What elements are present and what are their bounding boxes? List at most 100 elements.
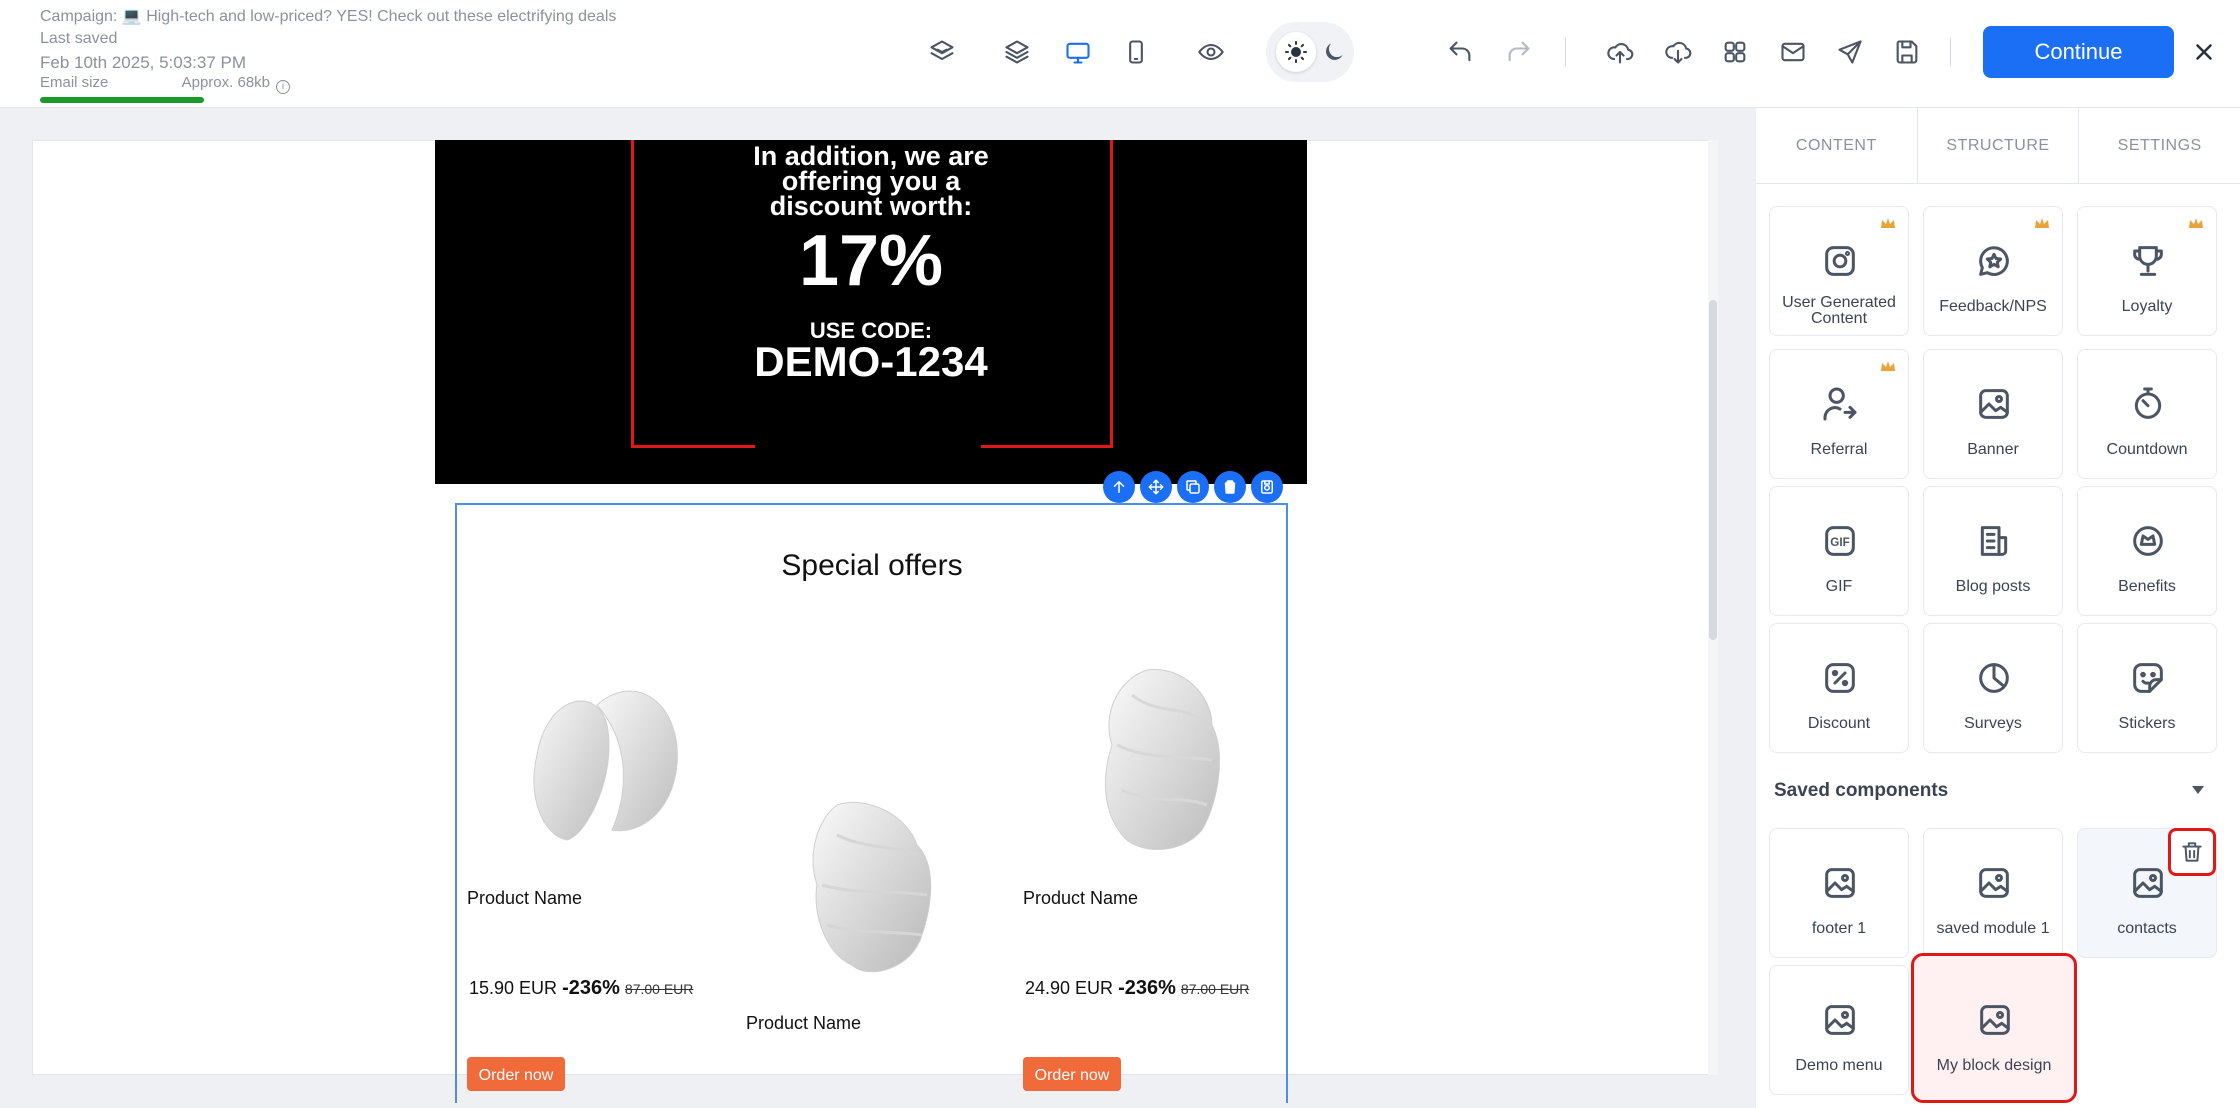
crown-icon	[1881, 218, 1895, 228]
layers-icon[interactable]	[999, 34, 1035, 70]
product-image-3[interactable]	[1087, 665, 1237, 860]
block-surveys[interactable]: Surveys	[1923, 623, 2063, 753]
discount-text: In addition, we are offering you a disco…	[753, 141, 989, 221]
block-user-generated-content[interactable]: User Generated Content	[1769, 206, 1909, 336]
frame-gap	[755, 440, 981, 450]
crown-icon	[2035, 218, 2049, 228]
tab-content[interactable]: CONTENT	[1756, 108, 1918, 183]
save-icon[interactable]	[1889, 34, 1925, 70]
discount-value: 17%	[798, 221, 944, 301]
image-icon	[1820, 1000, 1860, 1040]
product-image-2[interactable]	[797, 795, 947, 985]
redo-icon[interactable]	[1501, 34, 1537, 70]
image-icon	[1974, 863, 2014, 903]
product-name-2: Product Name	[746, 1013, 862, 1033]
image-icon	[1974, 384, 2014, 424]
canvas-scrollbar[interactable]	[1708, 140, 1718, 1075]
email-size-value: Approx. 68kb	[181, 74, 270, 91]
order-now-button-1[interactable]: Order now	[467, 1057, 565, 1091]
product-name-3: Product Name	[1023, 888, 1139, 908]
continue-button[interactable]: Continue	[1983, 26, 2174, 78]
move-up-icon[interactable]	[1103, 471, 1135, 503]
mail-icon[interactable]	[1775, 34, 1811, 70]
block-label: Loyalty	[2121, 298, 2173, 315]
undo-icon[interactable]	[1442, 34, 1478, 70]
block-label: Discount	[1807, 715, 1871, 732]
price-old: 87.00 EUR	[624, 981, 694, 997]
block-stickers[interactable]: Stickers	[2077, 623, 2217, 753]
saved-my-block-design[interactable]: My block design	[1911, 953, 2077, 1103]
saved-demo-menu[interactable]: Demo menu	[1769, 965, 1909, 1095]
info-icon[interactable]: i	[276, 80, 290, 94]
sun-icon[interactable]	[1276, 32, 1316, 72]
top-bar: Campaign: 💻 High-tech and low-priced? YE…	[0, 0, 2240, 108]
order-now-button-3[interactable]: Order now	[1023, 1057, 1121, 1091]
offers-title: Special offers	[781, 549, 963, 582]
block-loyalty[interactable]: Loyalty	[2077, 206, 2217, 336]
benefits-icon	[2128, 521, 2168, 561]
cloud-download-icon[interactable]	[1660, 34, 1696, 70]
row-toolbar	[1103, 471, 1283, 503]
sticker-icon	[2128, 658, 2168, 698]
block-label: Benefits	[2118, 578, 2176, 595]
product-price-1: 15.90 EUR -236% 87.00 EUR	[469, 977, 693, 1000]
email-size-bar	[40, 97, 204, 103]
theme-toggle[interactable]	[1266, 22, 1354, 82]
moon-icon[interactable]	[1316, 34, 1352, 70]
price-old: 87.00 EUR	[1180, 981, 1250, 997]
product-image-1[interactable]	[517, 665, 697, 865]
tab-settings[interactable]: SETTINGS	[2079, 108, 2240, 183]
drag-move-icon[interactable]	[1140, 471, 1172, 503]
save-block-icon[interactable]	[1251, 471, 1283, 503]
promo-code: DEMO-1234	[754, 338, 988, 385]
block-discount[interactable]: Discount	[1769, 623, 1909, 753]
saved-footer-1[interactable]: footer 1	[1769, 828, 1909, 958]
desktop-view-icon[interactable]	[1060, 34, 1096, 70]
block-label: Referral	[1810, 441, 1868, 458]
price-discount: -236%	[562, 977, 620, 999]
discount-block[interactable]: In addition, we are offering you a disco…	[435, 140, 1307, 484]
block-feedback-nps[interactable]: Feedback/NPS	[1923, 206, 2063, 336]
feedback-icon	[1974, 241, 2014, 281]
price-current: 15.90 EUR	[469, 978, 558, 998]
trash-icon	[2182, 842, 2202, 862]
preview-eye-icon[interactable]	[1193, 34, 1229, 70]
block-label: Surveys	[1964, 715, 2022, 732]
blog-icon	[1974, 521, 2014, 561]
saved-label: Demo menu	[1795, 1057, 1883, 1074]
toolbar-divider	[1950, 38, 1951, 66]
saved-label: footer 1	[1811, 920, 1867, 937]
tab-structure[interactable]: STRUCTURE	[1918, 108, 2080, 183]
special-offers-block[interactable]: Special offers Product Name 15.90 EUR -2…	[455, 503, 1288, 1103]
block-label: Banner	[1967, 441, 2019, 458]
close-icon[interactable]	[2188, 36, 2220, 68]
cloud-upload-icon[interactable]	[1602, 34, 1638, 70]
toolbar-divider	[1565, 38, 1566, 66]
saved-module-1[interactable]: saved module 1	[1923, 828, 2063, 958]
delete-icon[interactable]	[1214, 471, 1246, 503]
block-blog-posts[interactable]: Blog posts	[1923, 486, 2063, 616]
svg-text:GIF: GIF	[1830, 536, 1849, 549]
block-label: Countdown	[2106, 441, 2188, 458]
stack-icon[interactable]	[924, 34, 960, 70]
delete-saved-button[interactable]	[2168, 828, 2216, 876]
block-gif[interactable]: GIF GIF	[1769, 486, 1909, 616]
block-benefits[interactable]: Benefits	[2077, 486, 2217, 616]
last-saved-label: Last saved	[40, 30, 118, 47]
apps-grid-icon[interactable]	[1717, 34, 1753, 70]
block-referral[interactable]: Referral	[1769, 349, 1909, 479]
email-size-label: Email size	[40, 74, 109, 91]
send-icon[interactable]	[1832, 34, 1868, 70]
block-banner[interactable]: Banner	[1923, 349, 2063, 479]
price-current: 24.90 EUR	[1025, 978, 1114, 998]
chevron-down-icon[interactable]	[2192, 786, 2204, 794]
mobile-view-icon[interactable]	[1118, 34, 1154, 70]
saved-label: contacts	[2117, 920, 2177, 937]
duplicate-icon[interactable]	[1177, 471, 1209, 503]
crown-icon	[2189, 218, 2203, 228]
scrollbar-thumb[interactable]	[1709, 300, 1717, 640]
trophy-icon	[2128, 241, 2168, 281]
sidebar-tabs: CONTENT STRUCTURE SETTINGS	[1756, 108, 2240, 184]
block-countdown[interactable]: Countdown	[2077, 349, 2217, 479]
image-icon	[1820, 863, 1860, 903]
